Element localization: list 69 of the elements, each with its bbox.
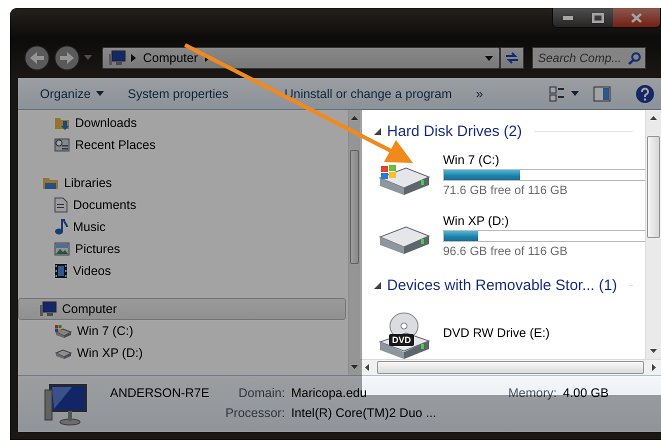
toolbar-button[interactable]: System properties bbox=[120, 84, 236, 104]
nav-item[interactable]: Win 7 (C:) bbox=[18, 320, 348, 342]
close-button[interactable] bbox=[613, 8, 660, 27]
drive-name[interactable]: DVD RW Drive (E:) bbox=[443, 326, 645, 340]
film-icon bbox=[54, 263, 68, 279]
minimize-button[interactable] bbox=[553, 8, 583, 27]
forward-button[interactable] bbox=[54, 45, 80, 71]
field-value: 4.00 GB bbox=[562, 386, 609, 400]
group-header: Devices with Removable Stor... (1) bbox=[387, 276, 618, 294]
drive-name[interactable]: Win 7 (C:) bbox=[443, 152, 645, 166]
scrollbar[interactable] bbox=[645, 110, 661, 359]
search-icon[interactable] bbox=[628, 52, 641, 64]
menu-button[interactable]: Organize bbox=[32, 84, 112, 104]
scrollbar[interactable] bbox=[348, 110, 360, 375]
free-space-text: 96.6 GB free of 116 GB bbox=[443, 244, 569, 258]
collapse-triangle-icon[interactable] bbox=[374, 128, 381, 134]
nav-item[interactable]: Computer bbox=[18, 298, 346, 320]
group-header: Hard Disk Drives (2) bbox=[387, 122, 522, 140]
scroll-down-icon[interactable] bbox=[650, 349, 657, 353]
recent-places-icon bbox=[54, 137, 70, 153]
field-label: Memory: bbox=[508, 386, 557, 400]
music-note-icon bbox=[54, 219, 68, 235]
scroll-down-icon[interactable] bbox=[351, 365, 358, 369]
computer-monitor-icon bbox=[44, 382, 90, 428]
collapse-triangle-icon[interactable] bbox=[374, 282, 381, 288]
picture-icon bbox=[54, 242, 70, 256]
scroll-up-icon[interactable] bbox=[351, 116, 358, 120]
drive-name[interactable]: Win XP (D:) bbox=[443, 214, 645, 228]
nav-item[interactable]: Downloads bbox=[18, 112, 348, 134]
field-value: Maricopa.edu bbox=[291, 386, 368, 400]
more-button[interactable]: » bbox=[468, 86, 492, 101]
chevron-right-icon[interactable] bbox=[131, 54, 136, 62]
help-icon[interactable] bbox=[635, 84, 655, 104]
horizontal-scrollbar[interactable] bbox=[360, 359, 661, 375]
nav-item[interactable]: Documents bbox=[18, 194, 348, 216]
dropdown-caret-icon[interactable] bbox=[485, 56, 493, 60]
nav-item[interactable]: Music bbox=[18, 216, 348, 238]
preview-pane-icon[interactable] bbox=[593, 86, 611, 102]
free-space-text: 71.6 GB free of 116 GB bbox=[443, 182, 569, 196]
nav-item[interactable]: Win XP (D:) bbox=[18, 342, 348, 364]
search-field[interactable]: Search Comp... bbox=[532, 47, 646, 69]
breadcrumb[interactable]: Computer bbox=[141, 51, 200, 65]
field-label: Processor: bbox=[225, 406, 286, 420]
minimize-icon bbox=[563, 16, 573, 20]
scroll-left-icon[interactable] bbox=[365, 364, 369, 371]
document-icon bbox=[54, 197, 68, 213]
maximize-button[interactable] bbox=[583, 8, 613, 27]
refresh-icon[interactable] bbox=[504, 52, 520, 64]
field-value: Intel(R) Core(TM)2 Duo ... bbox=[291, 406, 436, 420]
dvd-label: DVD bbox=[389, 334, 414, 346]
dropdown-caret-icon[interactable] bbox=[571, 91, 579, 96]
computer-icon bbox=[108, 50, 126, 66]
dropdown-caret-icon bbox=[96, 91, 104, 96]
close-icon bbox=[631, 12, 642, 22]
view-options-icon[interactable] bbox=[549, 86, 565, 102]
nav-item[interactable]: Pictures bbox=[18, 238, 348, 260]
scroll-right-icon[interactable] bbox=[652, 364, 656, 371]
computer-icon bbox=[39, 301, 57, 317]
field-label: Domain: bbox=[238, 386, 286, 400]
back-button[interactable] bbox=[24, 45, 50, 71]
drive-windows-icon bbox=[54, 323, 72, 339]
folder-download-icon bbox=[54, 115, 70, 131]
nav-item[interactable]: Recent Places bbox=[18, 134, 348, 156]
computer-name: ANDERSON-R7E bbox=[110, 386, 210, 400]
nav-item[interactable]: Videos bbox=[18, 260, 348, 282]
library-folder-icon bbox=[42, 175, 59, 191]
maximize-icon bbox=[592, 12, 604, 22]
nav-item[interactable]: Libraries bbox=[18, 172, 348, 194]
scroll-up-icon[interactable] bbox=[650, 116, 657, 120]
